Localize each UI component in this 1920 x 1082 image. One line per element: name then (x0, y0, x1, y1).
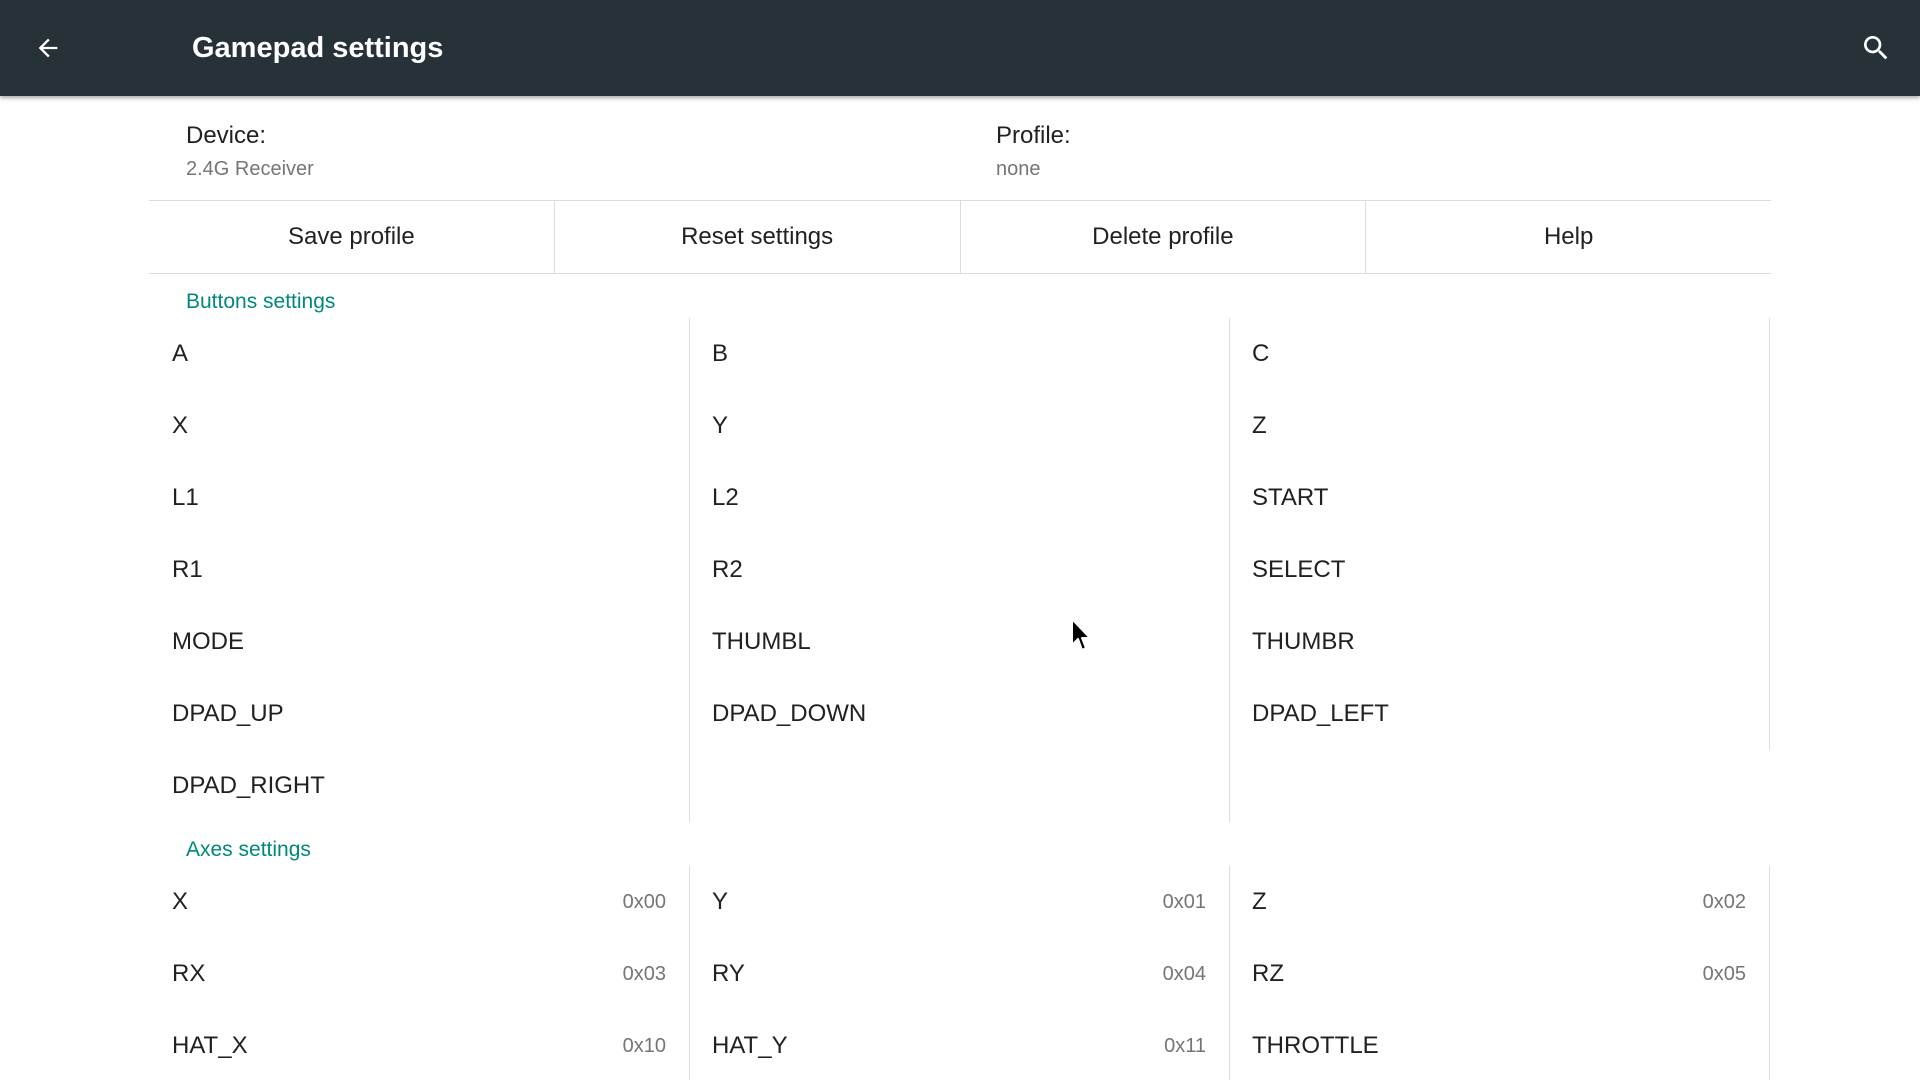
button-name: B (712, 340, 729, 367)
app-bar: Gamepad settings (0, 0, 1920, 96)
axis-name: RX (172, 960, 206, 987)
arrow-back-icon (38, 38, 58, 58)
action-bar: Save profile Reset settings Delete profi… (149, 200, 1771, 274)
profile-value: none (996, 158, 1041, 180)
button-name: THUMBL (712, 628, 811, 655)
back-button[interactable] (28, 28, 68, 68)
search-icon (1864, 36, 1888, 60)
axis-setting-z[interactable]: Z 0x02 (1229, 866, 1769, 938)
button-name: A (172, 340, 189, 367)
axis-code: 0x01 (1162, 890, 1206, 913)
button-setting-dpad-up[interactable]: DPAD_UP (149, 678, 689, 750)
save-profile-button[interactable]: Save profile (149, 201, 555, 273)
button-name: L1 (172, 484, 199, 511)
buttons-column-3: C Z START SELECT THUMBR DPAD_LEFT (1229, 318, 1770, 750)
axis-name: HAT_X (172, 1032, 248, 1059)
axis-code: 0x04 (1162, 962, 1206, 985)
axes-column-1: X 0x00 RX 0x03 HAT_X 0x10 (149, 866, 690, 1080)
button-name: THUMBR (1252, 628, 1355, 655)
profile-label: Profile: (996, 122, 1071, 149)
button-name: MODE (172, 628, 244, 655)
profile-info: Profile: none (996, 122, 1071, 181)
reset-settings-button[interactable]: Reset settings (555, 201, 961, 273)
search-button[interactable] (1854, 26, 1898, 70)
axis-code: 0x03 (622, 962, 666, 985)
button-setting-thumbl[interactable]: THUMBL (689, 606, 1229, 678)
button-setting-start[interactable]: START (1229, 462, 1769, 534)
button-setting-x[interactable]: X (149, 390, 689, 462)
button-name: START (1252, 484, 1329, 511)
button-setting-dpad-down[interactable]: DPAD_DOWN (689, 678, 1229, 750)
axis-setting-hat-y[interactable]: HAT_Y 0x11 (689, 1010, 1229, 1082)
button-name: C (1252, 340, 1270, 367)
axis-name: THROTTLE (1252, 1032, 1379, 1059)
axis-code: 0x10 (622, 1034, 666, 1057)
buttons-settings-header: Buttons settings (186, 290, 336, 313)
button-setting-a[interactable]: A (149, 318, 689, 390)
button-name: DPAD_LEFT (1252, 700, 1389, 727)
button-name: DPAD_DOWN (712, 700, 867, 727)
axis-name: RZ (1252, 960, 1284, 987)
button-name: R2 (712, 556, 743, 583)
button-setting-dpad-left[interactable]: DPAD_LEFT (1229, 678, 1769, 750)
axis-name: HAT_Y (712, 1032, 788, 1059)
button-setting-dpad-right[interactable]: DPAD_RIGHT (149, 750, 689, 822)
axis-setting-rx[interactable]: RX 0x03 (149, 938, 689, 1010)
button-name: SELECT (1252, 556, 1346, 583)
button-name: X (172, 412, 189, 439)
help-button[interactable]: Help (1366, 201, 1771, 273)
buttons-column-1: A X L1 R1 MODE DPAD_UP DPAD_RIGHT (149, 318, 690, 822)
button-name: DPAD_UP (172, 700, 284, 727)
button-setting-r2[interactable]: R2 (689, 534, 1229, 606)
page-title: Gamepad settings (192, 32, 444, 64)
axis-setting-ry[interactable]: RY 0x04 (689, 938, 1229, 1010)
button-setting-l1[interactable]: L1 (149, 462, 689, 534)
button-setting-l2[interactable]: L2 (689, 462, 1229, 534)
button-name: Y (712, 412, 729, 439)
axis-setting-hat-x[interactable]: HAT_X 0x10 (149, 1010, 689, 1082)
device-value: 2.4G Receiver (186, 158, 314, 180)
axis-code: 0x02 (1702, 890, 1746, 913)
axis-code: 0x05 (1702, 962, 1746, 985)
button-setting-thumbr[interactable]: THUMBR (1229, 606, 1769, 678)
button-name: R1 (172, 556, 203, 583)
button-name: Z (1252, 412, 1267, 439)
button-setting-z[interactable]: Z (1229, 390, 1769, 462)
button-setting-select[interactable]: SELECT (1229, 534, 1769, 606)
button-name: L2 (712, 484, 739, 511)
axes-column-3: Z 0x02 RZ 0x05 THROTTLE (1229, 866, 1770, 1080)
device-label: Device: (186, 122, 267, 149)
button-setting-mode[interactable]: MODE (149, 606, 689, 678)
button-setting-b[interactable]: B (689, 318, 1229, 390)
button-name: DPAD_RIGHT (172, 772, 325, 799)
buttons-column-2: B Y L2 R2 THUMBL DPAD_DOWN (689, 318, 1230, 822)
axis-code: 0x11 (1164, 1034, 1206, 1057)
axis-setting-y[interactable]: Y 0x01 (689, 866, 1229, 938)
axis-name: Y (712, 888, 729, 915)
delete-profile-button[interactable]: Delete profile (961, 201, 1367, 273)
axis-setting-throttle[interactable]: THROTTLE (1229, 1010, 1769, 1082)
axes-settings-header: Axes settings (186, 838, 311, 861)
axes-column-2: Y 0x01 RY 0x04 HAT_Y 0x11 (689, 866, 1230, 1080)
button-setting-y[interactable]: Y (689, 390, 1229, 462)
axis-name: Z (1252, 888, 1267, 915)
axis-name: RY (712, 960, 745, 987)
axis-setting-x[interactable]: X 0x00 (149, 866, 689, 938)
axis-name: X (172, 888, 189, 915)
button-setting-c[interactable]: C (1229, 318, 1769, 390)
button-setting-r1[interactable]: R1 (149, 534, 689, 606)
axis-setting-rz[interactable]: RZ 0x05 (1229, 938, 1769, 1010)
device-info: Device: 2.4G Receiver (186, 122, 314, 181)
axis-code: 0x00 (622, 890, 666, 913)
mouse-pointer-icon (1071, 618, 1091, 651)
